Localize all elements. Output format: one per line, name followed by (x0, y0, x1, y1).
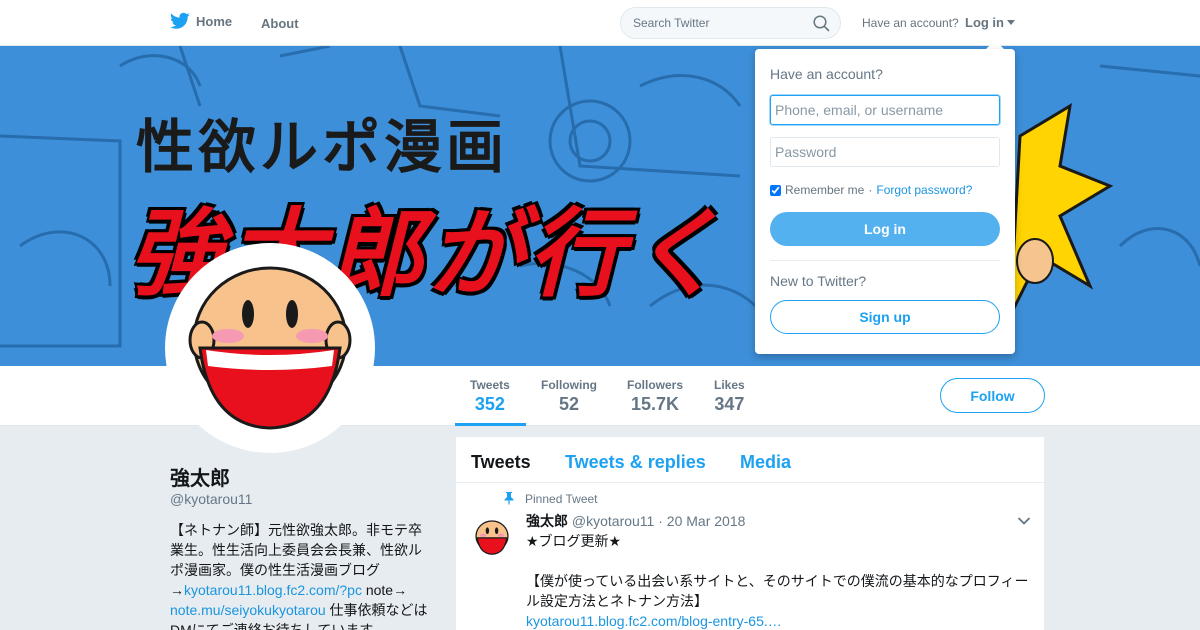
stat-label: Tweets (470, 378, 510, 392)
tweet-separator: · (654, 513, 667, 529)
bio-blog-link[interactable]: kyotarou11.blog.fc2.com/?pc (184, 582, 362, 598)
stat-label: Following (541, 378, 597, 392)
dropdown-divider (770, 260, 1000, 261)
banner-subtitle: 性欲ルポ漫画 (136, 113, 509, 181)
bio-text-mid: note→ (361, 582, 408, 598)
tweet-date[interactable]: 20 Mar 2018 (667, 513, 746, 529)
tab-tweets-and-replies[interactable]: Tweets & replies (565, 452, 706, 473)
nav-home-link[interactable]: Home (170, 12, 232, 30)
dropdown-title: Have an account? (770, 66, 883, 82)
login-dropdown-toggle[interactable]: Log in (965, 15, 1004, 30)
new-to-twitter-text: New to Twitter? (770, 273, 867, 289)
active-stat-underline (455, 423, 526, 426)
login-button[interactable]: Log in (770, 212, 1000, 246)
top-navigation-bar: Home About Have an account? Log in (0, 0, 1200, 46)
timeline: Tweets Tweets & replies Media Pinned Twe… (456, 437, 1044, 630)
twitter-bird-icon (170, 12, 190, 29)
remember-me-checkbox[interactable] (770, 184, 781, 196)
login-dropdown: Have an account? Remember me · Forgot pa… (755, 49, 1015, 354)
timeline-tabs: Tweets Tweets & replies Media (456, 437, 1044, 483)
stat-label: Followers (627, 378, 684, 392)
cartoon-face-avatar (471, 516, 513, 558)
tweet-author-name[interactable]: 強太郎 (526, 513, 568, 529)
password-field[interactable] (770, 137, 1000, 167)
profile-name: 強太郎 (170, 468, 230, 490)
profile-handle[interactable]: @kyotarou11 (170, 491, 252, 507)
stat-value: 347 (714, 394, 745, 414)
search-box (620, 7, 841, 39)
tweet-header: 強太郎 @kyotarou11 · 20 Mar 2018 (526, 511, 745, 531)
bio-note-link[interactable]: note.mu/seiyokukyotarou (170, 602, 326, 618)
remember-separator: · (868, 183, 873, 197)
stat-value: 15.7K (630, 394, 680, 414)
forgot-password-link[interactable]: Forgot password? (876, 183, 972, 197)
nav-about-link[interactable]: About (261, 16, 299, 31)
profile-avatar[interactable] (165, 243, 375, 453)
tweet-line: 【僕が使っている出会い系サイトと、そのサイトでの僕流の基本的なプロフィール設定方… (526, 573, 1029, 609)
cartoon-face-avatar (188, 266, 352, 430)
search-icon[interactable] (813, 15, 830, 32)
chevron-down-icon[interactable] (1017, 516, 1031, 526)
stat-tweets[interactable]: Tweets 352 (470, 378, 510, 415)
tab-media[interactable]: Media (740, 452, 791, 473)
dropdown-arrow (986, 40, 1004, 49)
pinned-label: Pinned Tweet (525, 492, 598, 506)
tab-tweets[interactable]: Tweets (471, 452, 531, 473)
tweet-line: ★ブログ更新★ (526, 533, 622, 549)
remember-row: Remember me · Forgot password? (770, 183, 972, 197)
stat-value: 352 (474, 394, 505, 414)
signup-button[interactable]: Sign up (770, 300, 1000, 334)
caret-down-icon[interactable] (1007, 20, 1015, 25)
username-field[interactable] (770, 95, 1000, 125)
tweet-avatar[interactable] (471, 516, 513, 558)
follow-button[interactable]: Follow (940, 378, 1045, 413)
have-account-text: Have an account? (862, 16, 959, 30)
remember-me-label[interactable]: Remember me (785, 183, 864, 197)
nav-home-label: Home (196, 13, 233, 29)
stat-followers[interactable]: Followers 15.7K (627, 378, 683, 415)
stat-value: 52 (558, 394, 580, 414)
tweet-body: ★ブログ更新★ 【僕が使っている出会い系サイトと、そのサイトでの僕流の基本的なプ… (526, 531, 1036, 630)
pin-icon (504, 492, 514, 505)
stat-label: Likes (714, 378, 745, 392)
profile-bio: 【ネトナン師】元性欲強太郎。非モテ卒業生。性生活向上委員会会長兼、性欲ルポ漫画家… (170, 520, 432, 630)
stat-likes[interactable]: Likes 347 (714, 378, 745, 415)
search-input[interactable] (621, 8, 811, 38)
tweet-link[interactable]: kyotarou11.blog.fc2.com/blog-entry-65.… (526, 613, 782, 629)
stat-following[interactable]: Following 52 (541, 378, 597, 415)
tweet-author-handle[interactable]: @kyotarou11 (572, 513, 654, 529)
